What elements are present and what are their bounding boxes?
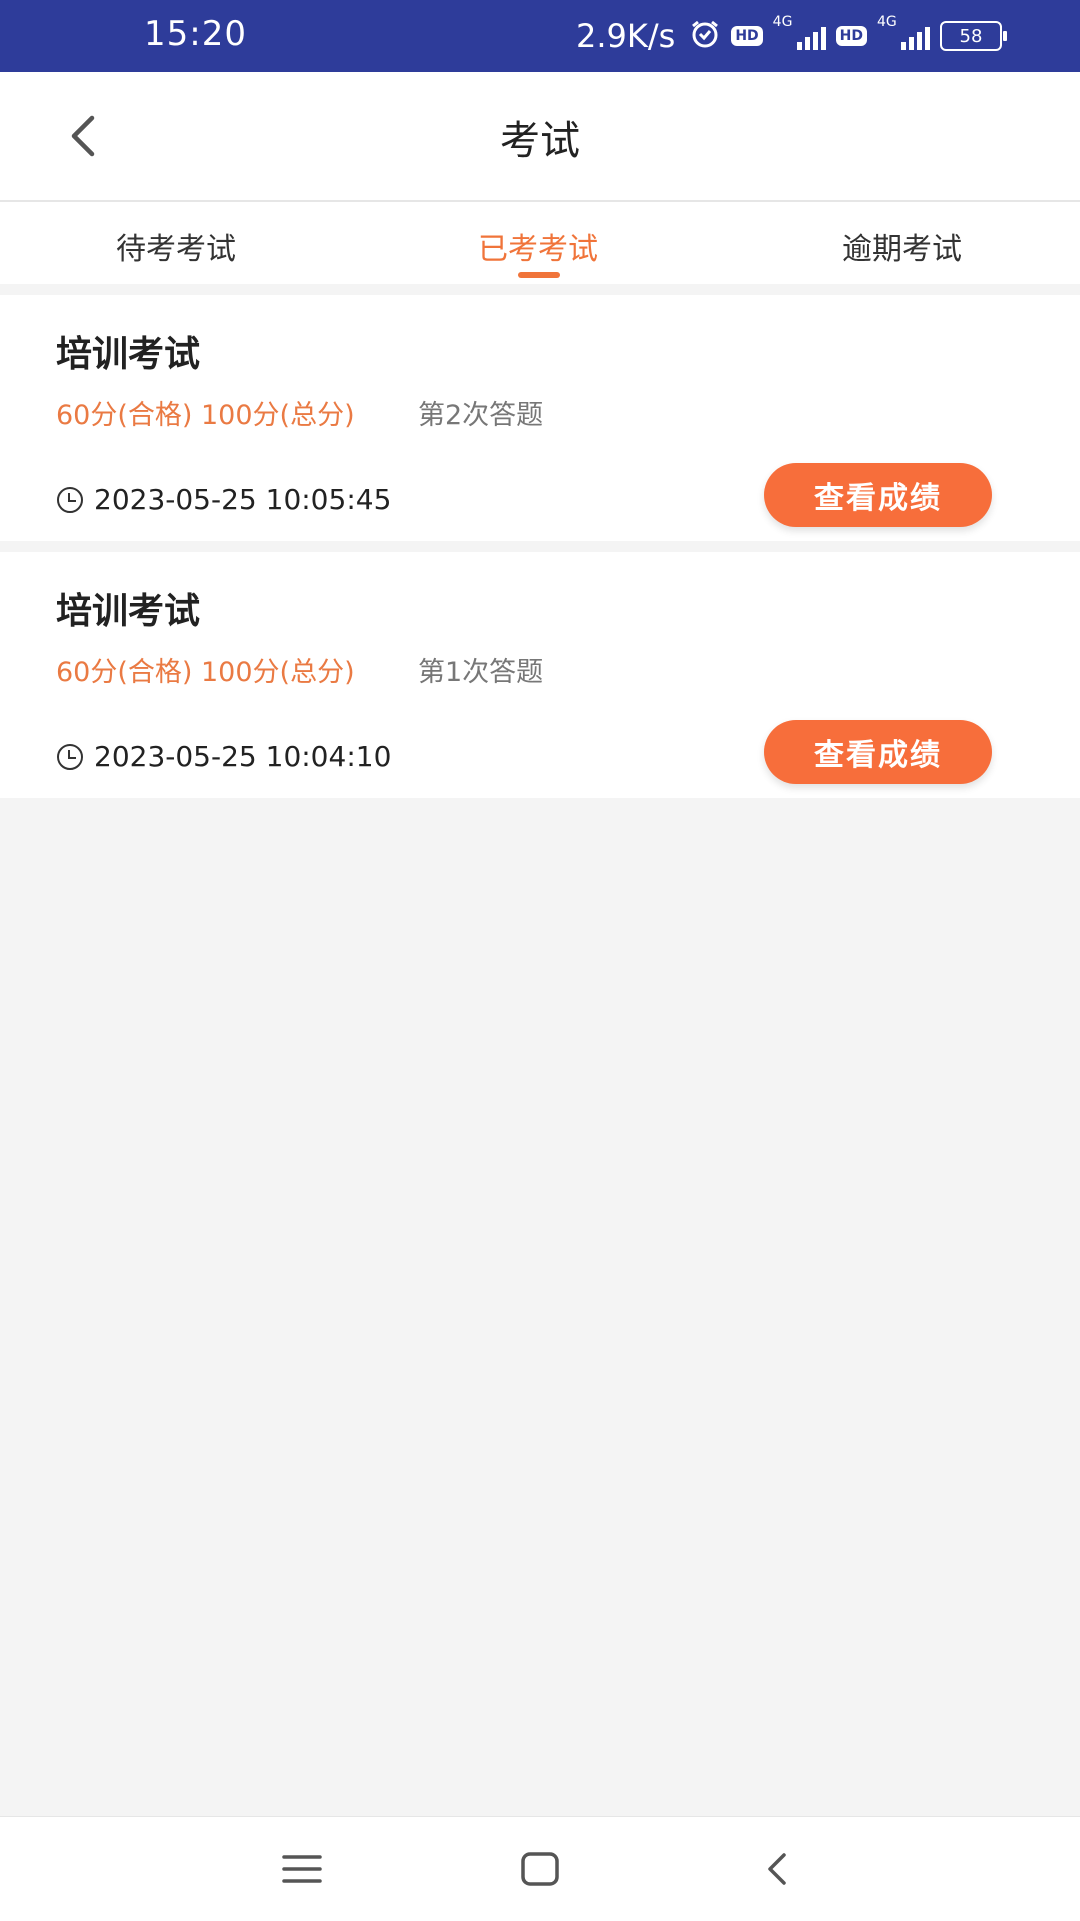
tab-bar: 待考考试 已考考试 逾期考试 (0, 202, 1080, 284)
hd-badge: HD (731, 26, 763, 46)
view-score-button[interactable]: 查看成绩 (764, 720, 992, 784)
back-chevron-icon (768, 1853, 786, 1885)
exam-card: 培训考试 60分(合格) 100分(总分) 第2次答题 2023-05-25 1… (0, 295, 1080, 541)
exam-title: 培训考试 (56, 334, 201, 375)
app-header: 考试 (0, 72, 1080, 202)
status-bar: 15:20 2.9K/s HD 4G HD 4G 58 (0, 0, 1080, 72)
battery-level: 58 (959, 25, 983, 47)
network-type: 4G (772, 14, 793, 30)
page-title: 考试 (500, 118, 580, 164)
active-tab-indicator (518, 272, 560, 278)
exam-time-text: 2023-05-25 10:04:10 (94, 740, 392, 773)
status-icons: 2.9K/s HD 4G HD 4G 58 (575, 12, 1007, 60)
exam-time: 2023-05-25 10:04:10 (56, 740, 391, 773)
exam-attempt: 第2次答题 (418, 400, 544, 431)
system-back-button[interactable] (754, 1849, 802, 1889)
exam-time-text: 2023-05-25 10:05:45 (94, 483, 392, 516)
clock-icon (57, 743, 83, 770)
exam-time: 2023-05-25 10:05:45 (56, 483, 391, 516)
hd-badge: HD (835, 26, 867, 46)
clock-icon (57, 486, 83, 513)
status-time: 15:20 (144, 14, 247, 54)
tab-completed[interactable]: 已考考试 (408, 224, 668, 268)
signal-icon: 4G (877, 14, 930, 50)
home-button[interactable] (516, 1849, 564, 1889)
tab-overdue[interactable]: 逾期考试 (772, 224, 1032, 268)
battery-icon: 58 (940, 21, 1007, 51)
tab-pending[interactable]: 待考考试 (46, 224, 306, 268)
exam-title: 培训考试 (56, 591, 201, 632)
menu-icon (282, 1855, 322, 1883)
exam-attempt: 第1次答题 (418, 657, 544, 688)
exam-score: 60分(合格) 100分(总分) (56, 657, 355, 688)
signal-icon: 4G (773, 14, 826, 50)
alarm-icon (689, 18, 721, 54)
menu-button[interactable] (278, 1849, 326, 1889)
view-score-button[interactable]: 查看成绩 (764, 463, 992, 527)
exam-card: 培训考试 60分(合格) 100分(总分) 第1次答题 2023-05-25 1… (0, 552, 1080, 798)
home-square-icon (521, 1852, 559, 1886)
system-navigation-bar (0, 1816, 1080, 1921)
network-type: 4G (877, 14, 897, 30)
exam-score: 60分(合格) 100分(总分) (56, 400, 355, 431)
net-speed: 2.9K/s (575, 17, 676, 55)
